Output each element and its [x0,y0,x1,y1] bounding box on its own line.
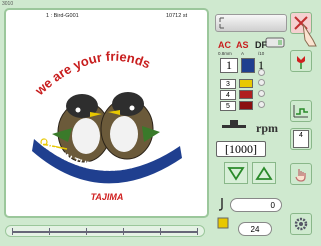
hand-icon [295,169,306,182]
scroll-tick [160,228,161,235]
as-sub: A [241,51,245,56]
scroll-tick [197,228,198,235]
machine-head-icon [265,37,285,48]
design-preview-panel[interactable]: 1 : Bird-G001 10712 st we are your frien… [4,8,209,218]
scroll-tick [86,228,87,235]
speed-unit: rpm [256,121,278,135]
scroll-tick [49,228,50,235]
stitch-count: 10712 st [166,13,188,19]
thread-counter[interactable]: 0 [230,198,282,212]
needle-4-button[interactable]: 4 [220,90,236,100]
brand-logo: TAJIMA [91,192,124,202]
scroll-tick [123,228,124,235]
speed-bar-icon [222,120,246,128]
speed-down-button[interactable] [224,162,248,184]
hand-cursor-icon [302,23,317,47]
current-color-swatch [241,58,255,73]
needle-3-button[interactable]: 3 [220,79,236,89]
needle-5-button[interactable]: 5 [220,101,236,111]
manual-hand-button[interactable] [290,163,312,185]
stitch-chart-icon [293,105,308,118]
scroll-line [12,231,198,233]
df-header: DF [255,40,267,50]
radio-option[interactable] [258,101,265,108]
frame-step-value: 4 [293,130,309,148]
tulip-button[interactable] [290,50,312,72]
speed-value[interactable]: [1000] [216,141,266,157]
radio-option[interactable] [258,69,265,76]
thread-spool-icon [218,198,223,211]
speed-up-button[interactable] [252,162,276,184]
design-text-top: we are your friends [31,49,152,99]
stitch-chart-button[interactable] [290,100,312,122]
tulip-icon [297,56,305,69]
settings-button[interactable] [290,213,312,235]
frame-move-icon [217,217,229,229]
ac-sub: 0.8mm [218,51,232,56]
needle-5-color [239,101,253,110]
radio-option[interactable] [258,90,265,97]
as-header: AS [236,40,249,50]
screen-code: 3010 [2,1,14,7]
stitch-scroll-bar[interactable] [5,225,205,237]
design-name: 1 : Bird-G001 [46,13,79,19]
needle-3-color [239,79,253,88]
progress-bar [215,14,287,32]
needle-4-color [239,90,253,99]
frame-step-button[interactable]: 4 [290,128,312,150]
embroidery-design-image: we are your friends LIVE IN THE FOREST T… [31,49,182,202]
bottom-counter[interactable]: 24 [238,222,272,236]
up-arrow-icon [255,166,273,180]
down-arrow-icon [227,167,245,181]
gear-icon [294,217,308,231]
ac-header: AC [218,40,231,50]
radio-option[interactable] [258,79,265,86]
df-sub: /10 [258,51,265,56]
current-needle-box[interactable]: 1 [220,58,238,73]
scroll-tick [12,228,13,235]
